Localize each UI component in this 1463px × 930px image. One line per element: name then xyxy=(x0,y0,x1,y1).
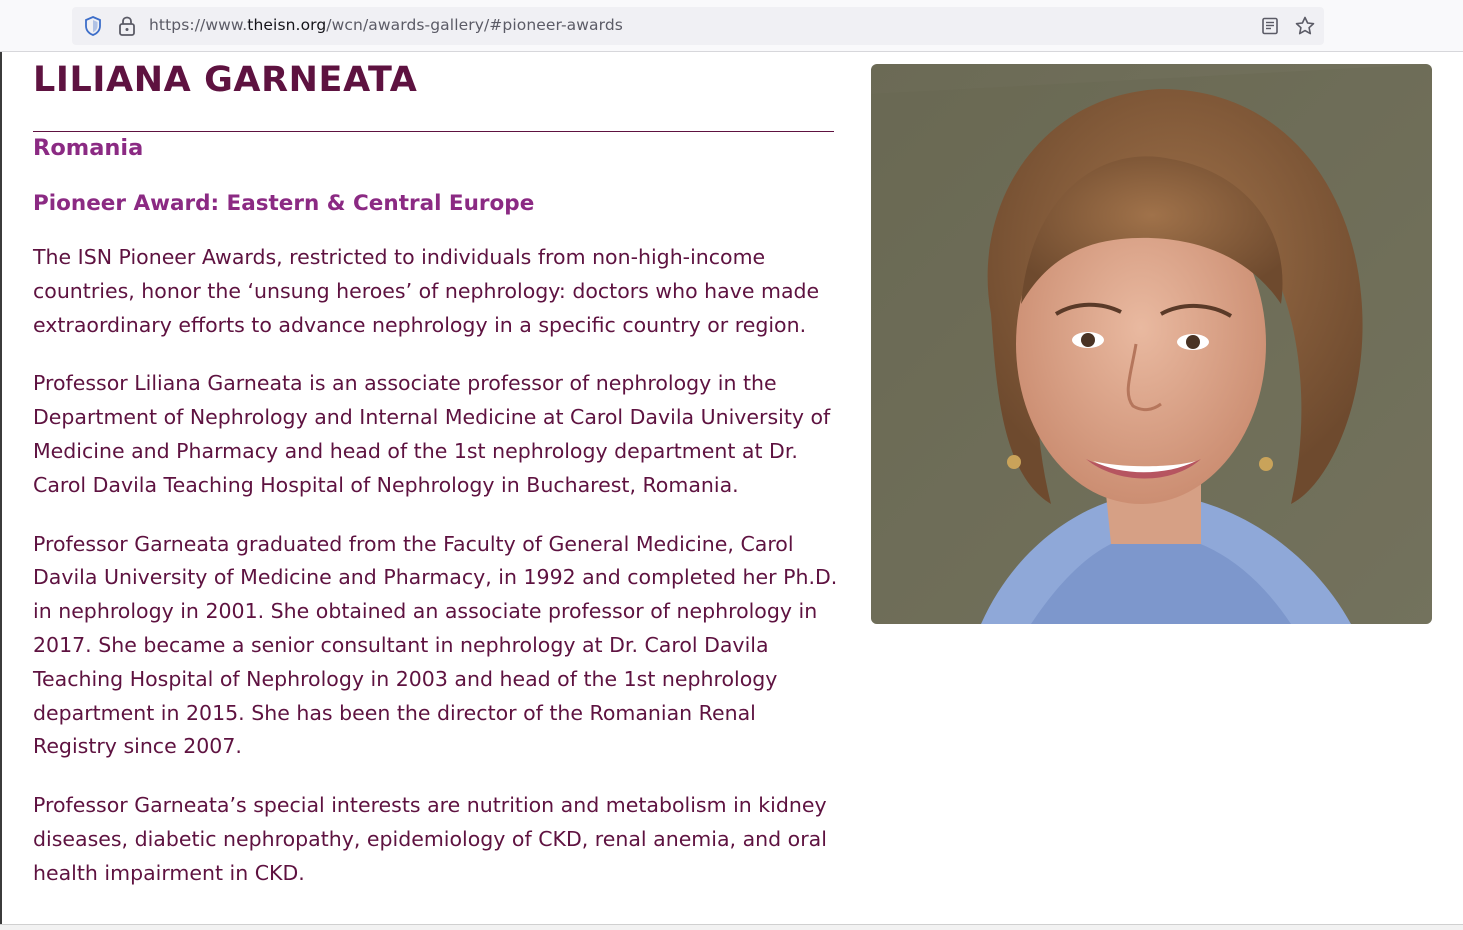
bio-paragraph: The ISN Pioneer Awards, restricted to in… xyxy=(33,245,820,337)
title-divider xyxy=(33,131,834,132)
reader-mode-icon[interactable] xyxy=(1260,16,1280,36)
browser-toolbar: https://www.theisn.org/wcn/awards-galler… xyxy=(0,0,1463,52)
biography: The ISN Pioneer Awards, restricted to in… xyxy=(33,241,845,916)
url-path: /wcn/awards-gallery/#pioneer-awards xyxy=(326,16,623,34)
country-label: Romania xyxy=(33,135,144,161)
lock-icon[interactable] xyxy=(117,15,137,37)
address-bar[interactable]: https://www.theisn.org/wcn/awards-galler… xyxy=(72,7,1324,45)
award-title: Pioneer Award: Eastern & Central Europe xyxy=(33,191,535,216)
page-content: LILIANA GARNEATA Romania Pioneer Award: … xyxy=(2,52,1463,924)
bookmark-star-icon[interactable] xyxy=(1294,15,1316,37)
horizontal-scroll-edge xyxy=(0,924,1463,930)
bio-paragraph: Professor Liliana Garneata is an associa… xyxy=(33,371,831,497)
portrait-photo xyxy=(871,64,1432,624)
page-title: LILIANA GARNEATA xyxy=(33,60,418,100)
bio-paragraph: Professor Garneata’s special interests a… xyxy=(33,793,827,885)
shield-icon[interactable] xyxy=(82,15,104,37)
bio-paragraph: Professor Garneata graduated from the Fa… xyxy=(33,531,838,759)
url-prefix: https://www. xyxy=(149,16,248,34)
url-domain: theisn.org xyxy=(247,16,327,34)
url-text[interactable]: https://www.theisn.org/wcn/awards-galler… xyxy=(149,16,623,34)
